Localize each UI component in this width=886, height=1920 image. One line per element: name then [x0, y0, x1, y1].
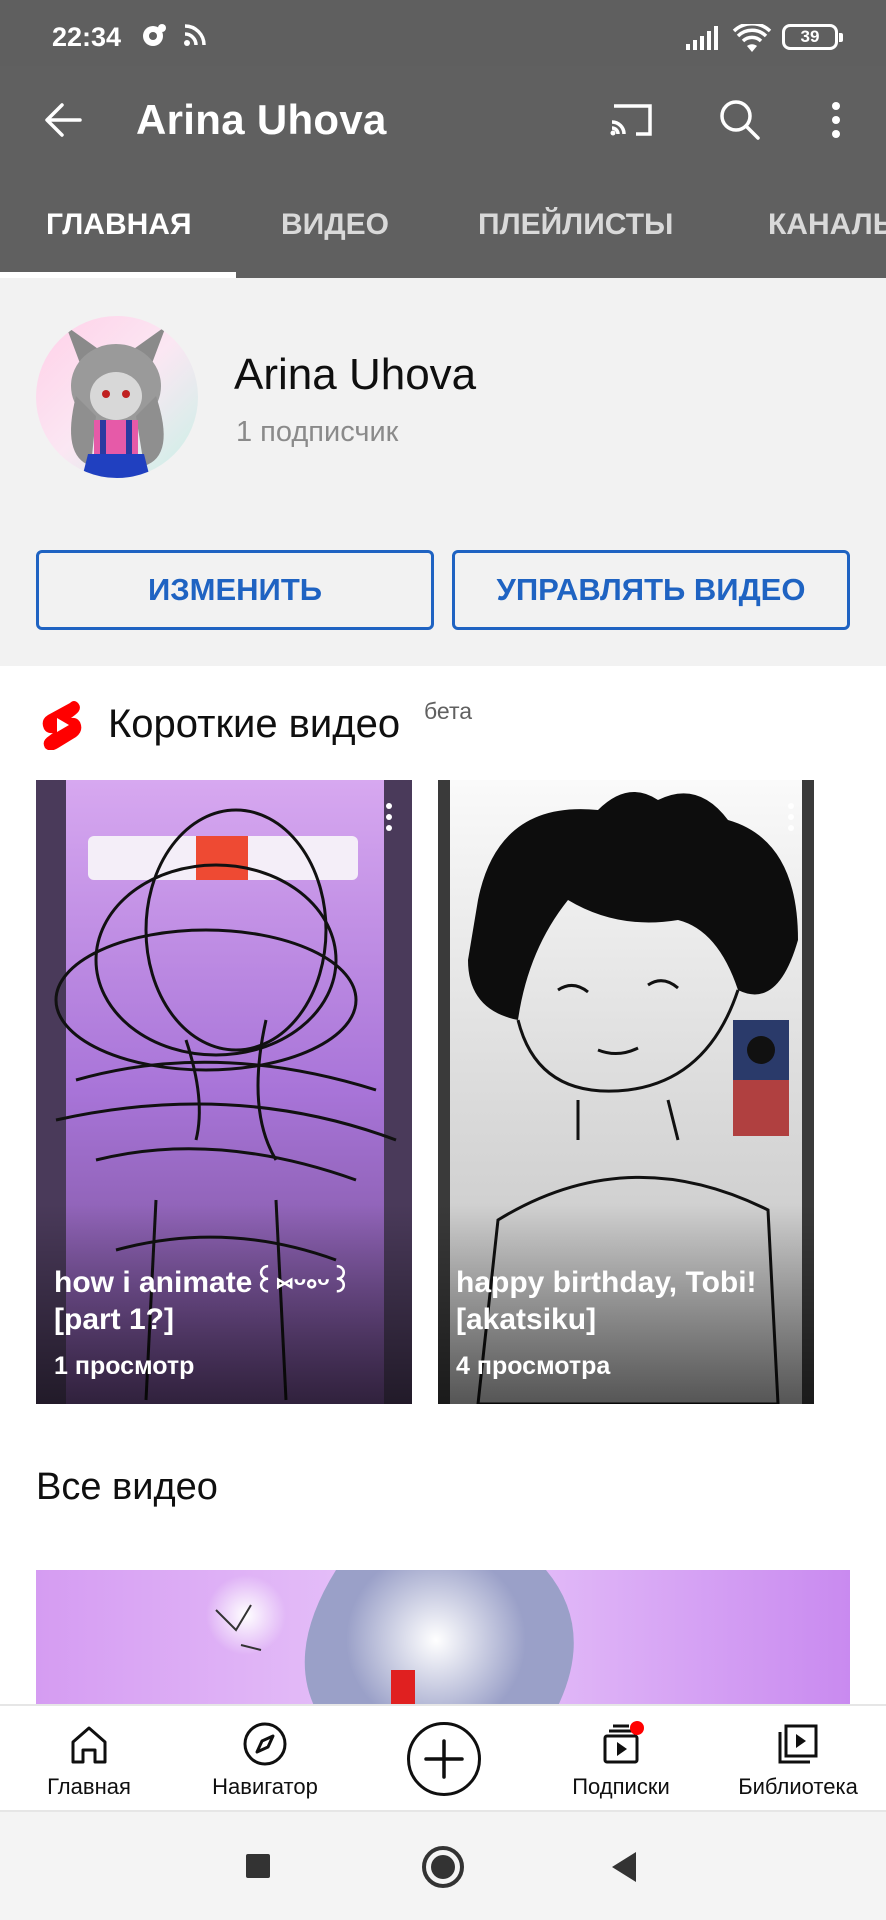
create-button[interactable] [407, 1722, 481, 1796]
status-time: 22:34 [52, 22, 122, 52]
status-bar: 22:34 39 [0, 0, 886, 66]
compass-icon [243, 1722, 287, 1766]
cast-icon[interactable] [604, 92, 660, 148]
tab-home[interactable]: ГЛАВНАЯ [46, 208, 192, 242]
app-title: Arina Uhova [136, 96, 387, 143]
more-vert-icon[interactable] [786, 802, 796, 832]
nav-home[interactable]: Главная [20, 1706, 158, 1812]
bottom-navigation: Главная Навигатор Подписки Библиотека [0, 1704, 886, 1812]
nav-subscriptions[interactable]: Подписки [552, 1706, 690, 1812]
back-triangle-icon[interactable] [608, 1850, 640, 1884]
tab-channels[interactable]: КАНАЛЫ [768, 208, 886, 242]
nav-home-label: Главная [47, 1774, 131, 1799]
short-video-card[interactable]: how i animate꒰⑅ᵕ༚ᵕ꒱ [part 1?] 1 просмотр [36, 780, 412, 1404]
signal-icon [686, 26, 718, 50]
short-title: how i animate꒰⑅ᵕ༚ᵕ꒱ [part 1?] [54, 1266, 353, 1336]
avatar[interactable] [36, 316, 198, 478]
youtube-channel-screen: 22:34 39 Arina Uhova ГЛАВНАЯ ВИДЕО ПЛЕЙЛ… [0, 0, 886, 1920]
more-vert-icon[interactable] [808, 92, 864, 148]
search-icon[interactable] [712, 92, 768, 148]
subscriptions-icon [603, 1721, 644, 1764]
nav-library[interactable]: Библиотека [728, 1706, 868, 1812]
app-bar: Arina Uhova [0, 66, 886, 176]
short-views: 1 просмотр [54, 1352, 195, 1380]
channel-name: Arina Uhova [234, 350, 477, 399]
wifi-icon [732, 24, 772, 52]
tab-videos[interactable]: ВИДЕО [281, 208, 389, 242]
manage-videos-button[interactable]: УПРАВЛЯТЬ ВИДЕО [452, 550, 850, 630]
home-circle-icon[interactable] [420, 1844, 466, 1890]
short-views: 4 просмотра [456, 1352, 611, 1380]
battery-level: 39 [800, 27, 820, 46]
nav-subscriptions-label: Подписки [572, 1774, 670, 1799]
create-plus-icon [424, 1739, 464, 1779]
channel-header: Arina Uhova 1 подписчик ИЗМЕНИТЬ УПРАВЛЯ… [0, 278, 886, 666]
video-thumbnail[interactable] [36, 1570, 850, 1710]
short-video-card[interactable]: happy birthday, Tobi! [akatsiku] 4 просм… [438, 780, 814, 1404]
battery-icon: 39 [782, 24, 843, 50]
back-arrow-icon[interactable] [36, 92, 92, 148]
short-title: happy birthday, Tobi! [akatsiku] [456, 1266, 757, 1336]
home-icon [71, 1726, 107, 1764]
nav-explore-label: Навигатор [212, 1774, 318, 1799]
edit-channel-button[interactable]: ИЗМЕНИТЬ [36, 550, 434, 630]
shorts-section-title: Короткие видео [108, 702, 401, 746]
subscriber-count: 1 подписчик [236, 416, 399, 448]
more-vert-icon[interactable] [384, 802, 394, 832]
library-icon [778, 1724, 818, 1764]
channel-tabs: ГЛАВНАЯ ВИДЕО ПЛЕЙЛИСТЫ КАНАЛЫ [0, 176, 886, 278]
nav-explore[interactable]: Навигатор [196, 1706, 334, 1812]
notification-icon [143, 24, 166, 46]
recents-icon[interactable] [244, 1852, 272, 1880]
tab-playlists[interactable]: ПЛЕЙЛИСТЫ [478, 208, 673, 242]
all-videos-title: Все видео [36, 1466, 218, 1508]
shorts-section: Короткие видео бета how i animate꒰⑅ᵕ༚ᵕ꒱ … [0, 666, 886, 1710]
hotspot-icon [184, 24, 206, 46]
shorts-beta-badge: бета [424, 698, 473, 724]
system-navigation-bar [0, 1812, 886, 1920]
nav-library-label: Библиотека [738, 1774, 858, 1799]
shorts-logo-icon [42, 701, 82, 750]
